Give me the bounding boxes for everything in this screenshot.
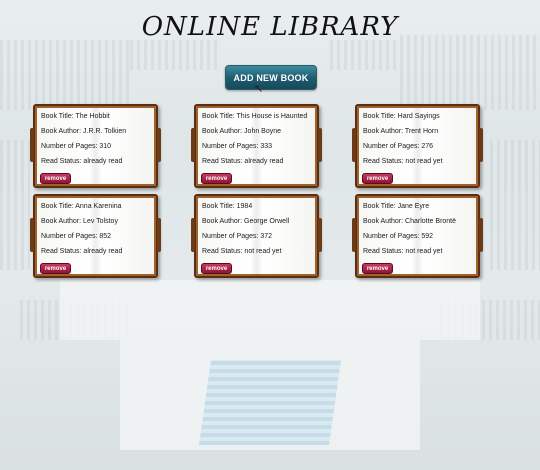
book-pages: 310 <box>99 143 112 150</box>
book-title: Jane Eyre <box>397 203 430 210</box>
book-author: Lev Tolstoy <box>83 218 118 225</box>
book-pages: 852 <box>99 233 112 240</box>
book-author: John Boyne <box>244 128 282 135</box>
book-author-line: Book Author: George Orwell <box>202 218 290 225</box>
book-title: Hard Sayings <box>397 113 440 120</box>
book-author: Trent Horn <box>404 128 439 135</box>
book-pages: 372 <box>260 233 273 240</box>
book-status-line[interactable]: Read Status: already read <box>41 247 156 262</box>
book-status: already read <box>83 248 123 255</box>
book-author-line: Book Author: Trent Horn <box>363 128 439 135</box>
book-card: Book Title: Anna Karenina Book Author: L… <box>30 194 161 278</box>
book-pages-line: Number of Pages: 276 <box>363 143 434 150</box>
remove-button[interactable]: remove <box>40 263 71 274</box>
book-author: Charlotte Brontë <box>405 218 457 225</box>
book-status: not read yet <box>405 248 443 255</box>
book-title-line: Book Title: The Hobbit <box>41 113 110 120</box>
book-pages-line: Number of Pages: 310 <box>41 143 112 150</box>
book-author-line: Book Author: Charlotte Brontë <box>363 218 457 225</box>
book-title-line: Book Title: Jane Eyre <box>363 203 430 210</box>
book-card: Book Title: The Hobbit Book Author: J.R.… <box>30 104 161 188</box>
book-status: not read yet <box>405 158 443 165</box>
book-author-line: Book Author: J.R.R. Tolkien <box>41 128 127 135</box>
book-pages: 333 <box>260 143 273 150</box>
book-status-line[interactable]: Read Status: already read <box>202 157 317 172</box>
book-author: George Orwell <box>244 218 290 225</box>
book-pages-line: Number of Pages: 852 <box>41 233 112 240</box>
remove-button[interactable]: remove <box>40 173 71 184</box>
book-card: Book Title: Jane Eyre Book Author: Charl… <box>352 194 483 278</box>
book-title-line: Book Title: This House is Haunted <box>202 113 308 120</box>
remove-button[interactable]: remove <box>201 173 232 184</box>
book-pages-line: Number of Pages: 333 <box>202 143 273 150</box>
book-title: This House is Haunted <box>236 113 308 120</box>
remove-button[interactable]: remove <box>201 263 232 274</box>
add-new-book-button[interactable]: ADD NEW BOOK <box>225 65 317 90</box>
book-status: not read yet <box>244 248 282 255</box>
book-title: Anna Karenina <box>75 203 122 210</box>
book-pages-line: Number of Pages: 372 <box>202 233 273 240</box>
book-status-line[interactable]: Read Status: not read yet <box>363 247 478 262</box>
book-title: 1984 <box>236 203 253 210</box>
book-pages-line: Number of Pages: 592 <box>363 233 434 240</box>
book-card: Book Title: 1984 Book Author: George Orw… <box>191 194 322 278</box>
book-title-line: Book Title: 1984 <box>202 203 253 210</box>
book-title: The Hobbit <box>75 113 110 120</box>
book-status-line[interactable]: Read Status: not read yet <box>363 157 478 172</box>
page-title: ONLINE LIBRARY <box>141 12 399 42</box>
book-title-line: Book Title: Anna Karenina <box>41 203 122 210</box>
mouse-cursor-icon: ↖ <box>254 83 264 95</box>
book-author-line: Book Author: John Boyne <box>202 128 282 135</box>
book-title-line: Book Title: Hard Sayings <box>363 113 440 120</box>
book-status-line[interactable]: Read Status: not read yet <box>202 247 317 262</box>
book-card: Book Title: This House is Haunted Book A… <box>191 104 322 188</box>
book-status: already read <box>83 158 123 165</box>
book-pages: 592 <box>421 233 434 240</box>
book-card: Book Title: Hard Sayings Book Author: Tr… <box>352 104 483 188</box>
book-author-line: Book Author: Lev Tolstoy <box>41 218 118 225</box>
book-status: already read <box>244 158 284 165</box>
book-status-line[interactable]: Read Status: already read <box>41 157 156 172</box>
book-author: J.R.R. Tolkien <box>83 128 127 135</box>
remove-button[interactable]: remove <box>362 173 393 184</box>
book-pages: 276 <box>421 143 434 150</box>
remove-button[interactable]: remove <box>362 263 393 274</box>
